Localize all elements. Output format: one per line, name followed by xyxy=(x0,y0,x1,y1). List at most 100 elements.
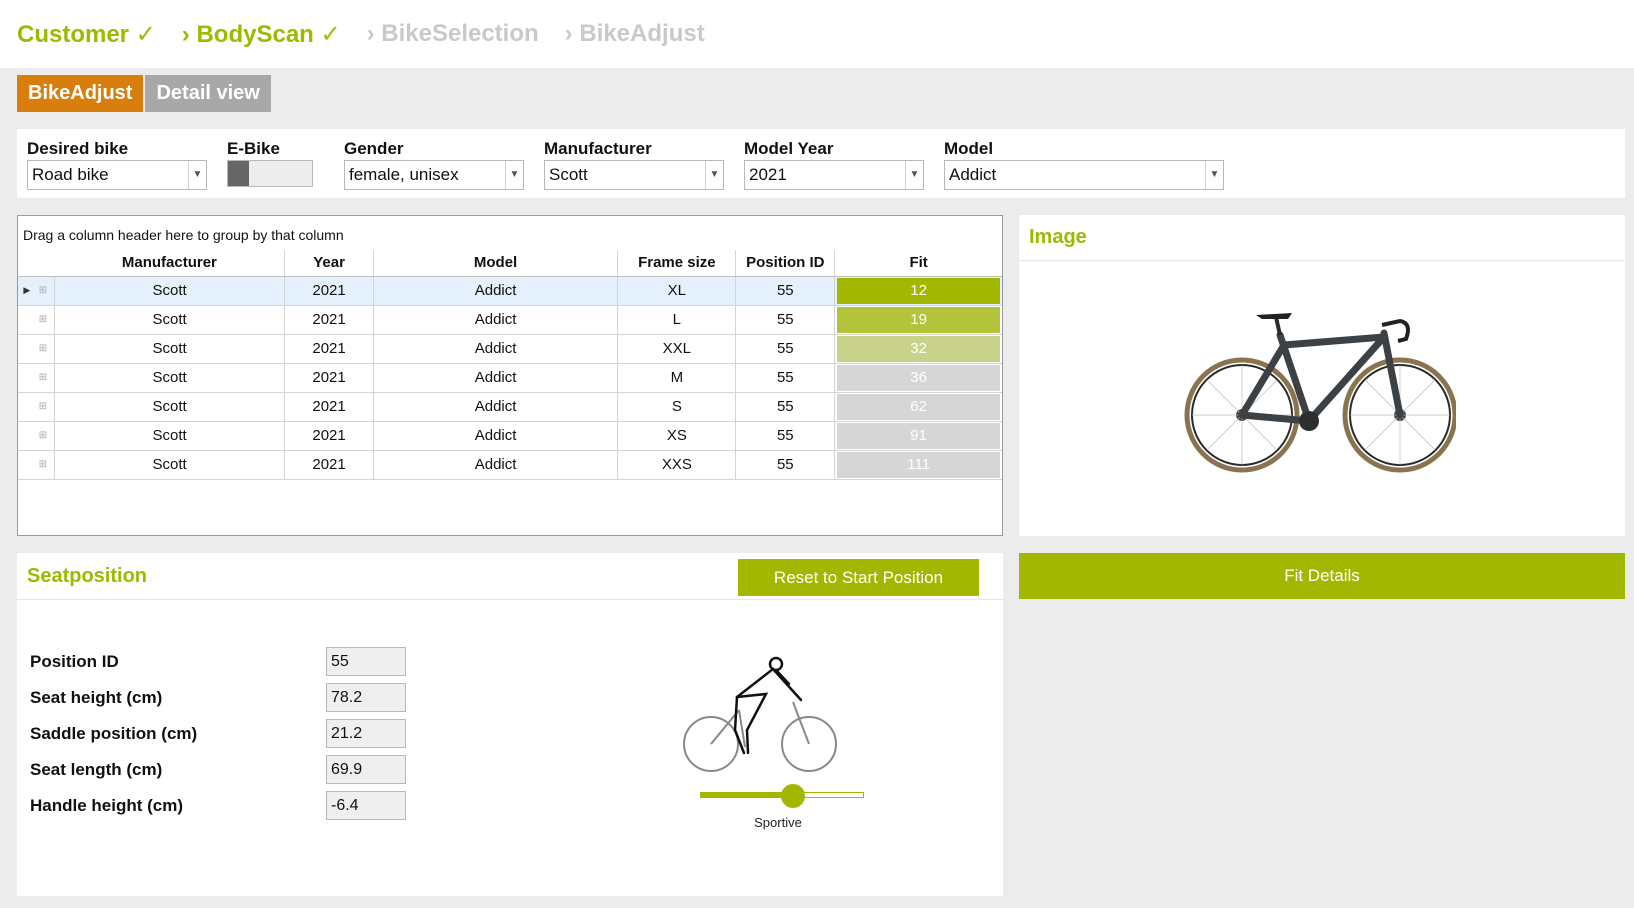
cell-fit: 111 xyxy=(834,450,1002,480)
spokes xyxy=(1192,365,1450,465)
header-indicator xyxy=(18,250,36,277)
toggle-knob[interactable] xyxy=(228,161,249,186)
table-row[interactable]: ⊞ Scott 2021 Addict S 55 62 xyxy=(18,392,1002,422)
expand-icon[interactable]: ⊞ xyxy=(35,450,55,480)
gender-select[interactable]: female, unisex ▼ xyxy=(344,160,524,190)
row-indicator-icon xyxy=(18,421,36,451)
expand-icon[interactable]: ⊞ xyxy=(35,305,55,335)
saddle xyxy=(1256,313,1292,319)
column-header-manufacturer[interactable]: Manufacturer xyxy=(54,250,286,277)
row-indicator-icon: ▶ xyxy=(18,276,36,306)
cell-frame-size: XXS xyxy=(617,450,737,480)
fit-details-button[interactable]: Fit Details xyxy=(1019,553,1625,599)
cell-year: 2021 xyxy=(284,392,374,422)
slider-handle[interactable] xyxy=(781,784,806,808)
model-year-value: 2021 xyxy=(749,165,787,184)
bike-table: Manufacturer Year Model Frame size Posit… xyxy=(18,250,1002,480)
bike-image xyxy=(1184,313,1456,473)
ebike-label: E-Bike xyxy=(227,139,280,158)
cell-fit: 12 xyxy=(834,276,1002,306)
model-select[interactable]: Addict ▼ xyxy=(944,160,1224,190)
seat-position-panel: Seatposition Reset to Start Position Pos… xyxy=(17,553,1003,896)
cell-year: 2021 xyxy=(284,305,374,335)
table-row[interactable]: ⊞ Scott 2021 Addict XXS 55 111 xyxy=(18,450,1002,480)
cell-fit: 19 xyxy=(834,305,1002,335)
model-year-label: Model Year xyxy=(744,139,834,158)
column-header-position-id[interactable]: Position ID xyxy=(735,250,836,277)
breadcrumb: Customer ✓ › BodyScan ✓ › BikeSelection … xyxy=(0,0,1634,68)
ebike-toggle[interactable] xyxy=(227,160,313,187)
fit-score: 36 xyxy=(837,364,1000,391)
model-year-group: Model Year 2021 ▼ xyxy=(744,139,924,190)
seat-length-label: Seat length (cm) xyxy=(30,760,163,779)
handle-height-field[interactable]: -6.4 xyxy=(326,791,406,820)
chevron-down-icon[interactable]: ▼ xyxy=(705,161,723,189)
expand-icon[interactable]: ⊞ xyxy=(35,421,55,451)
desired-bike-group: Desired bike Road bike ▼ xyxy=(27,139,207,190)
table-row[interactable]: ⊞ Scott 2021 Addict M 55 36 xyxy=(18,363,1002,393)
cell-manufacturer: Scott xyxy=(54,305,286,335)
manufacturer-select[interactable]: Scott ▼ xyxy=(544,160,724,190)
desired-bike-select[interactable]: Road bike ▼ xyxy=(27,160,207,190)
chevron-down-icon[interactable]: ▼ xyxy=(1205,161,1223,189)
fit-score: 111 xyxy=(837,451,1000,478)
seat-length-field[interactable]: 69.9 xyxy=(326,755,406,784)
cell-frame-size: XL xyxy=(617,276,737,306)
expand-icon[interactable]: ⊞ xyxy=(35,392,55,422)
crumb-bikeselection[interactable]: › BikeSelection xyxy=(367,20,539,48)
cell-position-id: 55 xyxy=(735,450,836,480)
column-header-frame-size[interactable]: Frame size xyxy=(617,250,737,277)
cell-manufacturer: Scott xyxy=(54,392,286,422)
gender-value: female, unisex xyxy=(349,165,459,184)
divider xyxy=(17,599,1003,600)
cell-frame-size: XS xyxy=(617,421,737,451)
column-header-fit[interactable]: Fit xyxy=(834,250,1002,277)
seat-height-field[interactable]: 78.2 xyxy=(326,683,406,712)
cell-fit: 32 xyxy=(834,334,1002,364)
cell-manufacturer: Scott xyxy=(54,363,286,393)
reset-start-position-button[interactable]: Reset to Start Position xyxy=(738,559,979,596)
seat-height-label: Seat height (cm) xyxy=(30,688,163,707)
chevron-down-icon[interactable]: ▼ xyxy=(905,161,923,189)
image-panel-title: Image xyxy=(1029,226,1087,248)
crumb-bikeadjust[interactable]: › BikeAdjust xyxy=(565,20,705,48)
table-row[interactable]: ⊞ Scott 2021 Addict XXL 55 32 xyxy=(18,334,1002,364)
cell-frame-size: M xyxy=(617,363,737,393)
table-row[interactable]: ⊞ Scott 2021 Addict L 55 19 xyxy=(18,305,1002,335)
cell-manufacturer: Scott xyxy=(54,334,286,364)
cell-position-id: 55 xyxy=(735,334,836,364)
table-row[interactable]: ⊞ Scott 2021 Addict XS 55 91 xyxy=(18,421,1002,451)
model-year-select[interactable]: 2021 ▼ xyxy=(744,160,924,190)
ebike-group: E-Bike xyxy=(227,139,313,187)
header-expand xyxy=(35,250,55,277)
desired-bike-label: Desired bike xyxy=(27,139,129,158)
cell-position-id: 55 xyxy=(735,421,836,451)
sportive-slider[interactable] xyxy=(700,784,864,808)
cell-position-id: 55 xyxy=(735,276,836,306)
position-id-field[interactable]: 55 xyxy=(326,647,406,676)
cell-year: 2021 xyxy=(284,450,374,480)
chevron-down-icon[interactable]: ▼ xyxy=(188,161,206,189)
handle-height-label: Handle height (cm) xyxy=(30,796,184,815)
column-header-year[interactable]: Year xyxy=(284,250,374,277)
tab-detail-view[interactable]: Detail view xyxy=(145,75,271,112)
cell-model: Addict xyxy=(373,276,619,306)
saddle-position-field[interactable]: 21.2 xyxy=(326,719,406,748)
table-row[interactable]: ▶ ⊞ Scott 2021 Addict XL 55 12 xyxy=(18,276,1002,306)
row-indicator-icon xyxy=(18,305,36,335)
crumb-bodyscan[interactable]: › BodyScan ✓ xyxy=(182,20,341,49)
crumb-customer[interactable]: Customer ✓ xyxy=(17,20,156,49)
expand-icon[interactable]: ⊞ xyxy=(35,363,55,393)
expand-icon[interactable]: ⊞ xyxy=(35,276,55,306)
bike-grid: Drag a column header here to group by th… xyxy=(17,215,1003,536)
filter-bar: Desired bike Road bike ▼ E-Bike Gender f… xyxy=(17,129,1625,198)
expand-icon[interactable]: ⊞ xyxy=(35,334,55,364)
tab-bikeadjust[interactable]: BikeAdjust xyxy=(17,75,144,112)
cell-model: Addict xyxy=(373,392,619,422)
cell-year: 2021 xyxy=(284,334,374,364)
row-indicator-icon xyxy=(18,392,36,422)
cell-manufacturer: Scott xyxy=(54,421,286,451)
fit-score: 19 xyxy=(837,306,1000,333)
column-header-model[interactable]: Model xyxy=(373,250,619,277)
chevron-down-icon[interactable]: ▼ xyxy=(505,161,523,189)
